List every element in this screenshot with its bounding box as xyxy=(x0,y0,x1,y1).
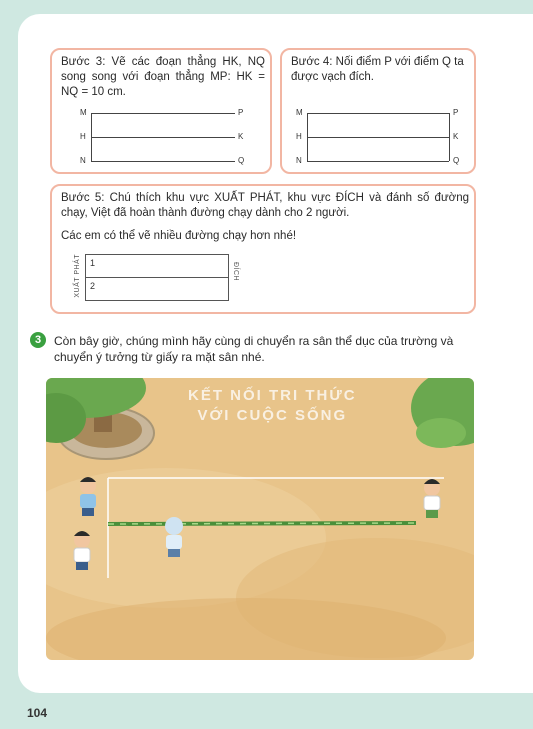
step5-box: Bước 5: Chú thích khu vực XUẤT PHÁT, khu… xyxy=(50,184,476,314)
section3-text: Còn bây giờ, chúng mình hãy cùng di chuy… xyxy=(54,334,454,364)
step3-box: Bước 3: Vẽ các đoạn thẳng HK, NQ song so… xyxy=(50,48,272,174)
watermark: KẾT NỐI TRI THỨC VỚI CUỘC SỐNG xyxy=(188,386,357,426)
page-number: 104 xyxy=(27,706,48,720)
point-p: P xyxy=(453,108,459,117)
watermark-line2: VỚI CUỘC SỐNG xyxy=(197,407,348,424)
step3-diagram: M H N P K Q xyxy=(52,108,274,168)
point-m: M xyxy=(296,108,303,117)
step5-text: Bước 5: Chú thích khu vực XUẤT PHÁT, khu… xyxy=(61,192,469,219)
segment-mp xyxy=(307,113,449,114)
section-number-badge: 3 xyxy=(30,332,46,348)
point-m: M xyxy=(80,108,87,117)
step5-note: Các em có thể vẽ nhiều đường chạy hơn nh… xyxy=(61,230,297,242)
lane-2: 2 xyxy=(85,277,229,301)
point-h: H xyxy=(296,132,302,141)
segment-pq xyxy=(449,113,450,161)
lane-number: 1 xyxy=(90,258,96,268)
point-q: Q xyxy=(453,156,460,165)
point-k: K xyxy=(453,132,459,141)
segment-nq xyxy=(91,161,235,162)
start-label: XUẤT PHÁT xyxy=(74,254,81,298)
step4-diagram: M H N P K Q xyxy=(282,108,478,168)
point-p: P xyxy=(238,108,244,117)
point-k: K xyxy=(238,132,244,141)
step3-text: Bước 3: Vẽ các đoạn thẳng HK, NQ song so… xyxy=(61,56,265,98)
step4-text: Bước 4: Nối điểm P với điểm Q ta được vạ… xyxy=(291,56,464,83)
watermark-line1: KẾT NỐI TRI THỨC xyxy=(188,387,357,404)
segment-hk xyxy=(307,137,449,138)
segment-mp xyxy=(91,113,235,114)
point-n: N xyxy=(296,156,302,165)
point-n: N xyxy=(80,156,86,165)
step4-box: Bước 4: Nối điểm P với điểm Q ta được vạ… xyxy=(280,48,476,174)
segment-hk xyxy=(91,137,235,138)
lane-1: 1 xyxy=(85,254,229,278)
point-q: Q xyxy=(238,156,245,165)
lane-number: 2 xyxy=(90,281,96,291)
segment-nq xyxy=(307,161,449,162)
finish-label: ĐÍCH xyxy=(232,262,239,282)
point-h: H xyxy=(80,132,86,141)
